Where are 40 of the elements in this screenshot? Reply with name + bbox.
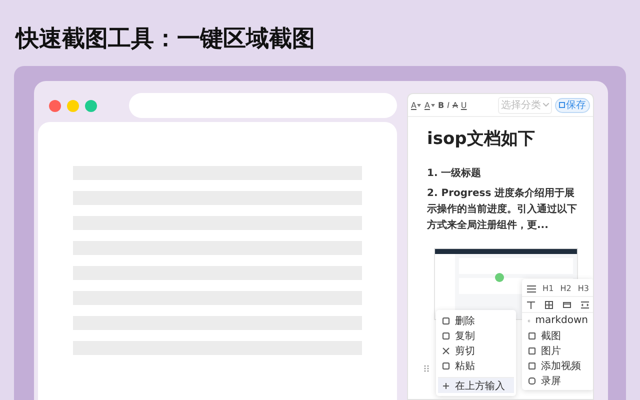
menu-item[interactable]: 剪切 [436,343,516,358]
window-dot[interactable] [49,100,61,112]
menu-item[interactable]: 删除 [436,313,516,328]
window-dot[interactable] [85,100,97,112]
caret-icon[interactable] [417,104,422,106]
menu-item-icon [442,346,450,354]
save-icon [559,102,565,108]
menu-item[interactable]: 粘贴 [436,358,516,373]
text-icon[interactable] [527,300,535,308]
table-icon[interactable] [545,300,553,308]
format-tool[interactable]: A [411,100,416,110]
plus-icon [442,382,450,390]
paragraph-text: 2. Progress 进度条介绍用于展示操作的当前进度。引入通过以下方式来全局注册组件，更... [427,186,578,233]
menu-item[interactable]: 添加视频 [522,358,593,373]
format-tool[interactable]: A [424,100,430,110]
caret-icon[interactable] [430,104,435,106]
category-select[interactable]: 选择分类 [498,96,552,114]
heading-option[interactable]: H2 [560,284,572,293]
insert-above-item[interactable]: 在上方输入 [438,377,514,393]
chevron-down-icon [543,103,549,107]
page-headline: 快速截图工具：一键区域截图 [16,25,316,54]
expand-icon[interactable] [581,300,589,308]
format-tool[interactable]: I [447,100,450,110]
menu-item[interactable]: 图片 [522,343,593,358]
menu-item-icon [442,362,450,370]
menu-item[interactable]: 录屏 [522,373,593,388]
window-dot[interactable] [67,100,79,112]
drag-handle-icon[interactable] [424,365,429,372]
heading-option[interactable]: H3 [578,284,589,293]
card-icon[interactable] [563,300,571,308]
menu-item[interactable]: markdown [522,313,593,328]
format-tool[interactable]: B [438,100,444,110]
format-tool[interactable]: U [460,100,467,110]
menu-item[interactable]: 截图 [522,328,593,343]
document-title: isop文档如下 [427,128,536,150]
menu-item[interactable]: 复制 [436,328,516,343]
heading-option[interactable]: H1 [542,284,554,293]
heading-text: 1. 一级标题 [427,166,482,180]
text-lines-icon[interactable] [527,284,536,292]
format-tool[interactable]: A [452,100,458,110]
